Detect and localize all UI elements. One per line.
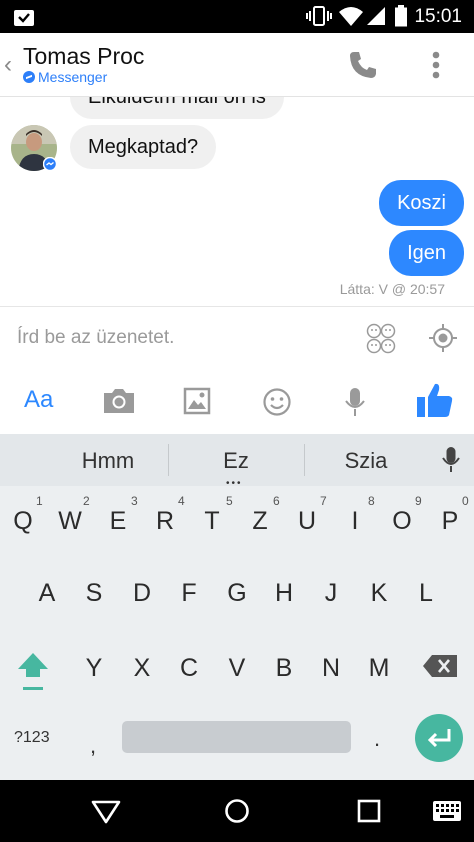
message-text: Igen bbox=[407, 242, 446, 264]
messenger-badge-icon bbox=[43, 157, 57, 171]
key-q[interactable]: Q bbox=[3, 507, 43, 536]
key-hint: 9 bbox=[415, 494, 422, 508]
key-m[interactable]: M bbox=[359, 654, 399, 683]
inbox-check-icon bbox=[14, 10, 34, 26]
key-e[interactable]: E bbox=[98, 507, 138, 536]
key-w[interactable]: W bbox=[50, 507, 90, 536]
key-hint: 1 bbox=[36, 494, 43, 508]
key-p[interactable]: P bbox=[430, 507, 470, 536]
divider bbox=[168, 444, 169, 476]
key-t[interactable]: T bbox=[192, 507, 232, 536]
key-a[interactable]: A bbox=[27, 579, 67, 608]
messenger-text: Messenger bbox=[38, 69, 108, 85]
recents-square-icon[interactable] bbox=[357, 799, 381, 823]
space-key[interactable] bbox=[122, 721, 351, 753]
key-hint: 6 bbox=[273, 494, 280, 508]
more-vert-icon[interactable] bbox=[430, 50, 442, 82]
back-triangle-icon[interactable] bbox=[91, 799, 121, 825]
key-n[interactable]: N bbox=[311, 654, 351, 683]
seen-receipt: Látta: V @ 20:57 bbox=[339, 281, 445, 297]
key-g[interactable]: G bbox=[217, 579, 257, 608]
key-j[interactable]: J bbox=[311, 579, 351, 608]
conversation-header: ‹ Tomas Proc Messenger bbox=[0, 33, 474, 97]
text-format-button[interactable]: Aa bbox=[24, 386, 53, 414]
message-list: Elküldetm mail on is Megkaptad? Koszi Ig… bbox=[0, 97, 474, 306]
suggestion-item[interactable]: Szia bbox=[306, 448, 426, 474]
key-s[interactable]: S bbox=[74, 579, 114, 608]
divider bbox=[304, 444, 305, 476]
return-arrow-icon bbox=[427, 729, 451, 748]
message-bubble-out[interactable]: Koszi bbox=[379, 180, 464, 226]
key-hint: 4 bbox=[178, 494, 185, 508]
key-b[interactable]: B bbox=[264, 654, 304, 683]
keyboard-row-2: A S D F G H J K L bbox=[0, 560, 474, 620]
key-f[interactable]: F bbox=[169, 579, 209, 608]
key-z[interactable]: Z bbox=[240, 507, 280, 536]
message-text: Megkaptad? bbox=[88, 136, 199, 158]
contact-name[interactable]: Tomas Proc bbox=[23, 43, 144, 70]
signal-icon bbox=[367, 7, 385, 25]
message-input[interactable]: Írd be az üzenetet. bbox=[17, 327, 174, 349]
keyboard-row-1: 1 2 3 4 5 6 7 8 9 0 Q W E R T Z U I O P bbox=[0, 490, 474, 540]
shift-icon[interactable] bbox=[16, 651, 50, 693]
suggestion-item[interactable]: Ez bbox=[176, 448, 296, 474]
period-key[interactable]: . bbox=[374, 726, 380, 752]
enter-key[interactable] bbox=[415, 714, 463, 762]
comma-key[interactable]: , bbox=[90, 733, 96, 759]
key-r[interactable]: R bbox=[145, 507, 185, 536]
mic-icon[interactable] bbox=[344, 387, 366, 417]
composer: Írd be az üzenetet. Aa bbox=[0, 306, 474, 435]
camera-icon[interactable] bbox=[102, 387, 136, 415]
key-hint: 7 bbox=[320, 494, 327, 508]
keyboard-switch-icon[interactable] bbox=[432, 800, 462, 822]
messenger-icon bbox=[23, 71, 35, 83]
emoji-icon[interactable] bbox=[262, 387, 292, 417]
phone-icon[interactable] bbox=[348, 50, 378, 80]
key-x[interactable]: X bbox=[122, 654, 162, 683]
suggestion-strip: Hmm Ez ••• Szia bbox=[0, 434, 474, 489]
vibrate-icon bbox=[306, 6, 332, 26]
key-i[interactable]: I bbox=[335, 507, 375, 536]
message-bubble-in[interactable]: Megkaptad? bbox=[70, 125, 217, 169]
key-hint: 5 bbox=[226, 494, 233, 508]
voice-input-icon[interactable] bbox=[441, 446, 461, 474]
more-suggestions-dots: ••• bbox=[226, 478, 243, 489]
key-c[interactable]: C bbox=[169, 654, 209, 683]
key-o[interactable]: O bbox=[382, 507, 422, 536]
key-u[interactable]: U bbox=[287, 507, 327, 536]
message-bubble-out[interactable]: Igen bbox=[389, 230, 464, 276]
stickers-icon[interactable] bbox=[366, 323, 396, 355]
wifi-icon bbox=[339, 7, 363, 26]
keyboard-row-3: Y X C V B N M bbox=[0, 635, 474, 695]
key-l[interactable]: L bbox=[406, 579, 446, 608]
message-text: Elküldetm mail on is bbox=[88, 97, 266, 108]
symbols-key[interactable]: ?123 bbox=[14, 729, 50, 747]
status-bar: 15:01 bbox=[0, 0, 474, 33]
message-text: Koszi bbox=[397, 192, 446, 214]
key-hint: 0 bbox=[462, 494, 469, 508]
message-bubble-in[interactable]: Elküldetm mail on is bbox=[70, 97, 284, 119]
thumbs-up-icon[interactable] bbox=[416, 381, 454, 419]
key-hint: 3 bbox=[131, 494, 138, 508]
backspace-icon[interactable] bbox=[422, 654, 458, 678]
key-y[interactable]: Y bbox=[74, 654, 114, 683]
suggestion-item[interactable]: Hmm bbox=[48, 448, 168, 474]
navigation-bar bbox=[0, 780, 474, 842]
chevron-left-icon[interactable]: ‹ bbox=[4, 51, 12, 79]
key-h[interactable]: H bbox=[264, 579, 304, 608]
home-circle-icon[interactable] bbox=[224, 798, 250, 824]
image-icon[interactable] bbox=[183, 387, 211, 415]
battery-icon bbox=[395, 5, 407, 27]
key-d[interactable]: D bbox=[122, 579, 162, 608]
key-hint: 2 bbox=[83, 494, 90, 508]
key-k[interactable]: K bbox=[359, 579, 399, 608]
key-v[interactable]: V bbox=[217, 654, 257, 683]
location-icon[interactable] bbox=[428, 323, 458, 353]
messenger-label: Messenger bbox=[23, 69, 107, 85]
clock: 15:01 bbox=[414, 6, 462, 27]
key-hint: 8 bbox=[368, 494, 375, 508]
